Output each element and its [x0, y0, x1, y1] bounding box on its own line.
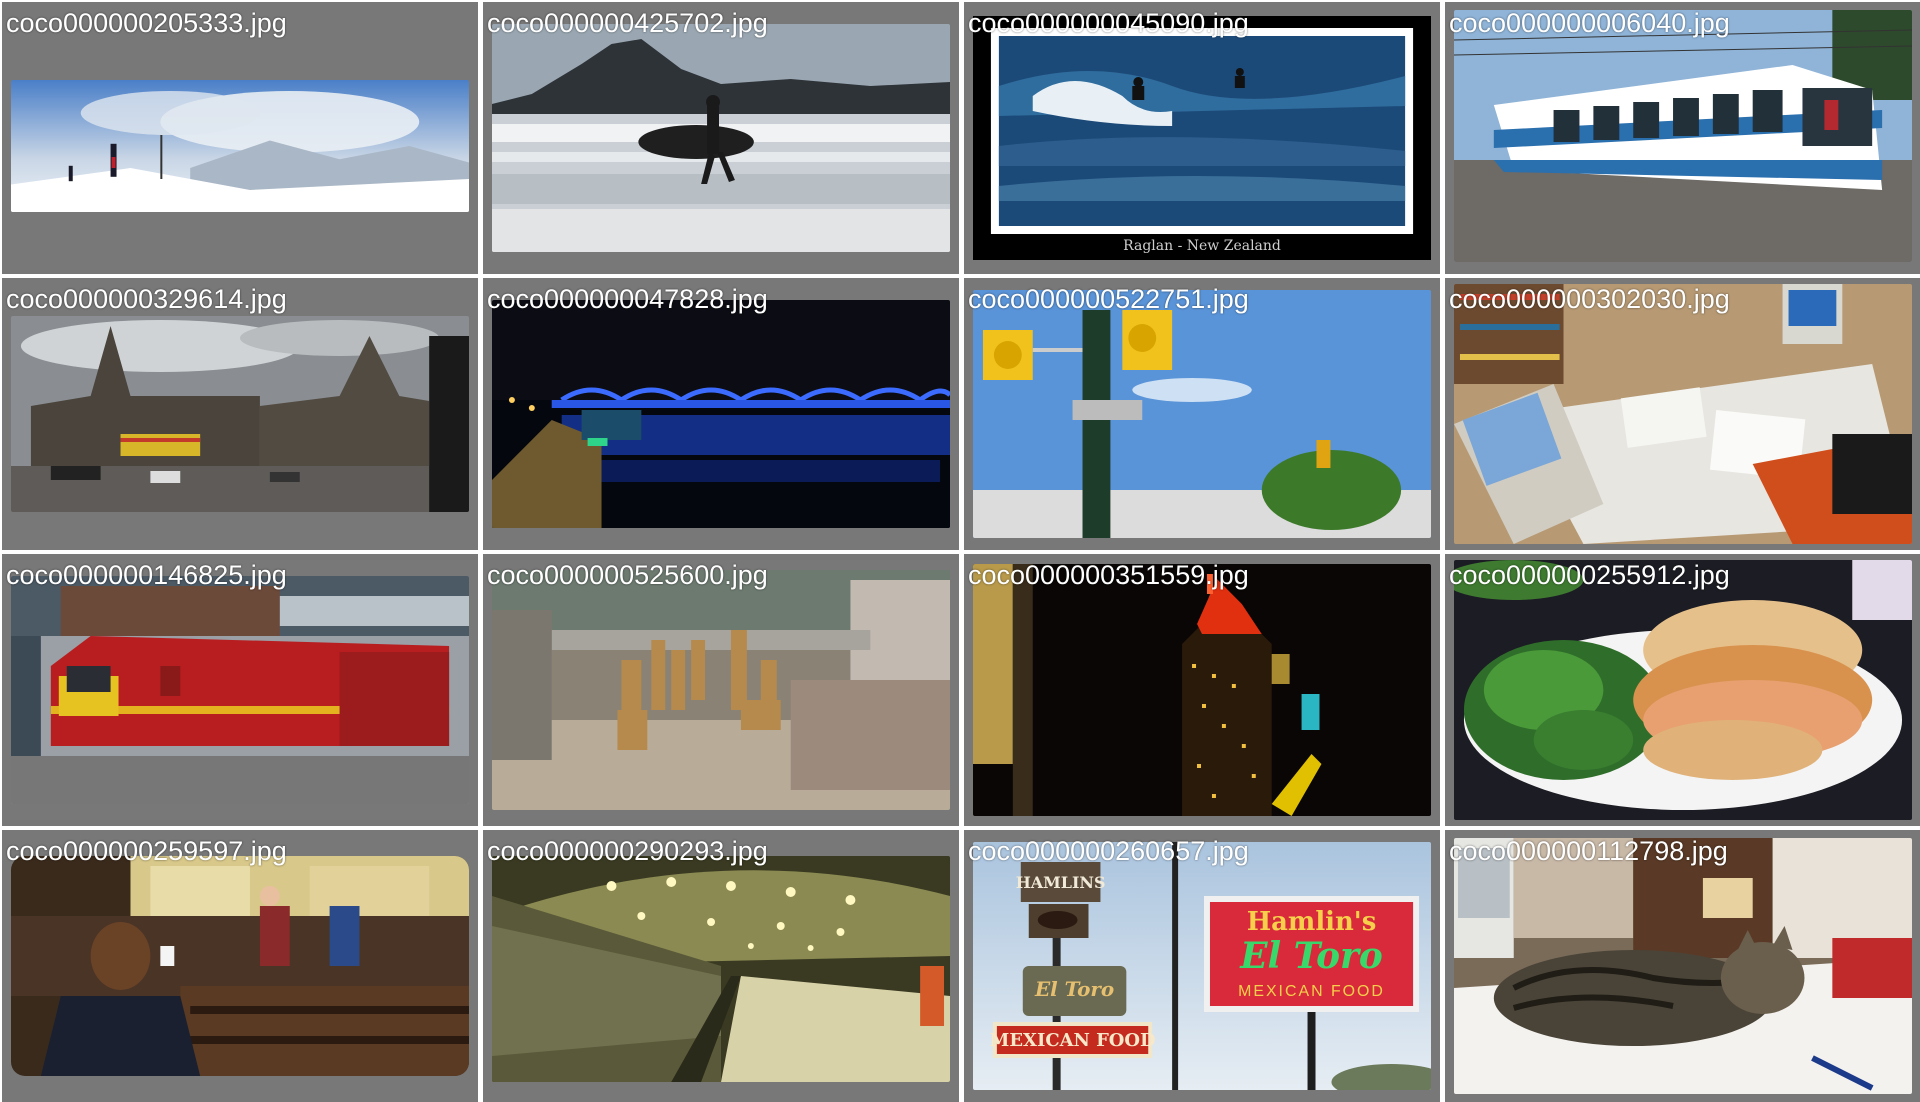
traffic-light-image[interactable]	[973, 290, 1431, 538]
image-tile[interactable]: coco000000006040.jpg	[1445, 2, 1920, 274]
sign-big-toro: El Toro	[1239, 935, 1383, 977]
office-desk-image[interactable]	[1454, 284, 1912, 544]
tile-filename: coco000000006040.jpg	[1449, 8, 1730, 38]
restaurant-signs-image[interactable]: HAMLINS El Toro MEXICAN FOOD Hamlin's El…	[973, 842, 1431, 1090]
sign-name: HAMLINS	[1016, 873, 1106, 892]
ski-slope-image[interactable]	[11, 80, 469, 212]
image-tile[interactable]: coco000000351559.jpg	[964, 554, 1440, 826]
tile-filename: coco000000205333.jpg	[6, 8, 287, 38]
image-tile[interactable]: coco000000522751.jpg	[964, 278, 1440, 550]
subway-station-image[interactable]	[492, 856, 950, 1082]
sign-toro-small: El Toro	[1034, 977, 1114, 1001]
tile-filename: coco000000112798.jpg	[1449, 836, 1728, 866]
sandwich-salad-image[interactable]	[1454, 560, 1912, 820]
image-tile[interactable]: HAMLINS El Toro MEXICAN FOOD Hamlin's El…	[964, 830, 1440, 1102]
sign-food-small: MEXICAN FOOD	[990, 1030, 1156, 1051]
tile-filename: coco000000525600.jpg	[487, 560, 768, 590]
sign-big-food: MEXICAN FOOD	[1238, 983, 1385, 1000]
image-tile[interactable]: coco000000205333.jpg	[2, 2, 478, 274]
image-tile[interactable]: coco000000302030.jpg	[1445, 278, 1920, 550]
image-tile[interactable]: coco000000112798.jpg	[1445, 830, 1920, 1102]
tile-filename: coco000000425702.jpg	[487, 8, 768, 38]
image-tile[interactable]: coco000000329614.jpg	[2, 278, 478, 550]
sign-big-name: Hamlin's	[1247, 907, 1377, 937]
tile-filename: coco000000255912.jpg	[1449, 560, 1730, 590]
tile-filename: coco000000260657.jpg	[968, 836, 1249, 866]
image-tile[interactable]: coco000000525600.jpg	[483, 554, 959, 826]
image-tile[interactable]: Raglan - New Zealand coco000000045090.jp…	[964, 2, 1440, 274]
tile-filename: coco000000351559.jpg	[968, 560, 1249, 590]
giraffes-image[interactable]	[492, 570, 950, 810]
tile-filename: coco000000302030.jpg	[1449, 284, 1730, 314]
sleeping-cat-image[interactable]	[1454, 838, 1912, 1094]
tile-filename: coco000000047828.jpg	[487, 284, 768, 314]
tile-filename: coco000000290293.jpg	[487, 836, 768, 866]
surfer-beach-image[interactable]	[492, 24, 950, 252]
image-grid: coco000000205333.jpg coco000000425702.jp…	[0, 0, 1920, 1102]
tile-filename: coco000000146825.jpg	[6, 560, 287, 590]
empire-state-image[interactable]	[973, 564, 1431, 816]
photo-caption: Raglan - New Zealand	[1123, 238, 1281, 254]
image-tile[interactable]: coco000000425702.jpg	[483, 2, 959, 274]
tile-filename: coco000000259597.jpg	[6, 836, 287, 866]
image-tile[interactable]: coco000000259597.jpg	[2, 830, 478, 1102]
theater-crowd-image[interactable]	[11, 856, 469, 1076]
image-tile[interactable]: coco000000255912.jpg	[1445, 554, 1920, 826]
red-train-image[interactable]	[11, 576, 469, 804]
image-tile[interactable]: coco000000047828.jpg	[483, 278, 959, 550]
tile-filename: coco000000329614.jpg	[6, 284, 287, 314]
image-tile[interactable]: coco000000146825.jpg	[2, 554, 478, 826]
tile-filename: coco000000522751.jpg	[968, 284, 1249, 314]
tram-image[interactable]	[1454, 10, 1912, 262]
surfing-wave-image[interactable]	[973, 16, 1431, 260]
tile-filename: coco000000045090.jpg	[968, 8, 1249, 38]
cathedral-image[interactable]	[11, 316, 469, 512]
night-bridge-image[interactable]	[492, 300, 950, 528]
image-tile[interactable]: coco000000290293.jpg	[483, 830, 959, 1102]
